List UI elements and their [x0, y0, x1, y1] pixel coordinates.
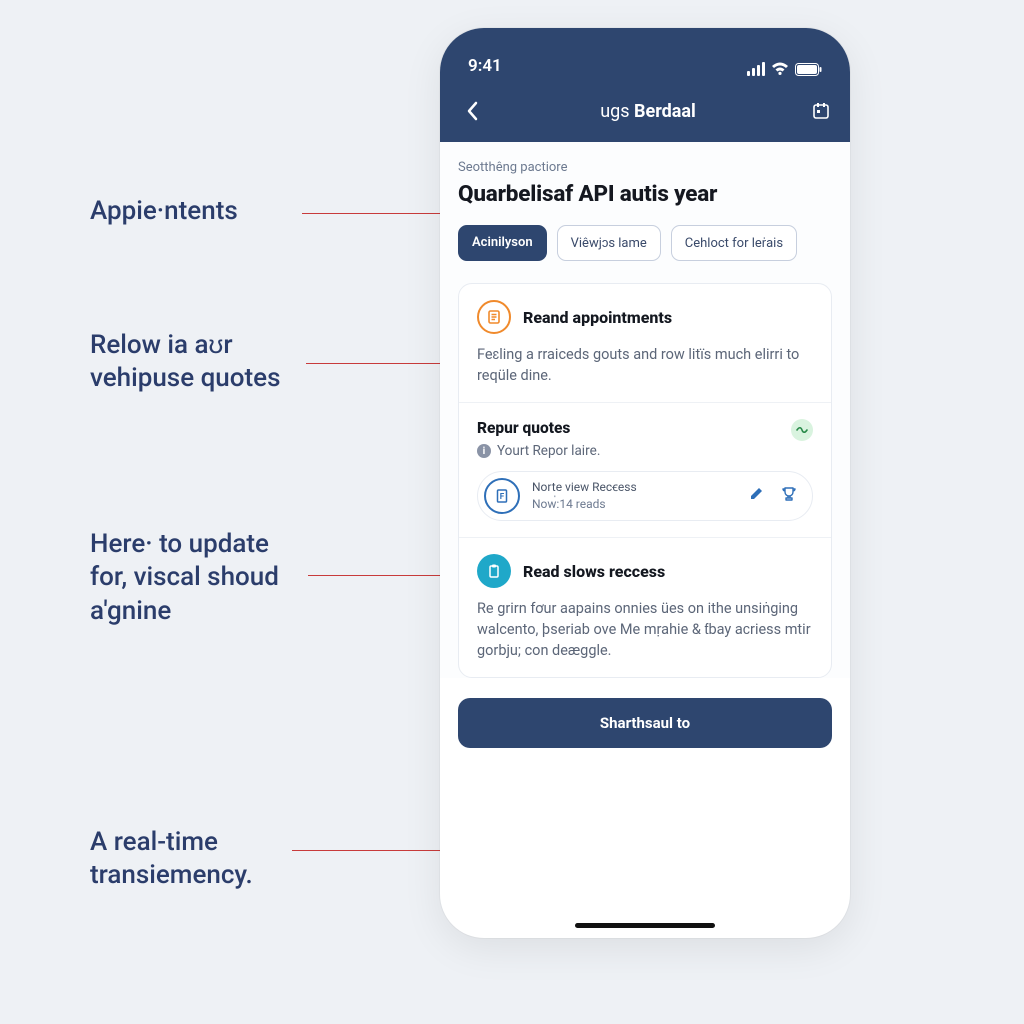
battery-icon: [795, 63, 822, 76]
page-title: Quarbelisaf API autis year: [458, 181, 832, 207]
section-quotes: Repur quotes i Yourt Repor lairе. F: [459, 402, 831, 537]
content-area: Seotthêng pactiore Quarbelisaf API autis…: [440, 142, 850, 678]
pill-1[interactable]: Acinilyson: [458, 225, 547, 261]
section-appointments[interactable]: Reand appointments Feɛling a rraiceds go…: [459, 284, 831, 402]
edit-icon[interactable]: [748, 485, 766, 507]
annotation-1-line: [302, 213, 450, 214]
cta-button[interactable]: Sharthsaul to: [458, 698, 832, 748]
section-appointments-body: Feɛling a rraiceds gouts and row litïs m…: [477, 344, 813, 386]
section-quotes-title: Repur quotes: [477, 419, 791, 437]
quote-item[interactable]: F Norte view Recꞓess Now่:14 reads: [477, 471, 813, 521]
back-button[interactable]: [458, 97, 486, 125]
filter-pill-row: Acinilyson Viêwjɔs lame Cehloct for leṙa…: [458, 225, 832, 261]
section-recess-body: Re grirn fơur aapains onnies ües on ithe…: [477, 598, 813, 661]
annotation-1: Appie·ntents: [90, 195, 238, 228]
signal-icon: [747, 62, 765, 76]
pill-3[interactable]: Cehloct for leṙais: [671, 225, 797, 261]
nav-action-icon[interactable]: [810, 100, 832, 122]
annotation-4-line: [292, 850, 456, 851]
clipboard-icon: [477, 554, 511, 588]
document-icon: [477, 300, 511, 334]
info-icon: i: [477, 444, 491, 458]
section-appointments-title: Reand appointments: [523, 308, 672, 327]
annotation-3: Here· to updatefor, viscal shouda'gnine: [90, 528, 279, 628]
section-recess[interactable]: Read slows reccess Re grirn fơur aapains…: [459, 537, 831, 677]
wifi-icon: [771, 62, 789, 76]
quote-item-text: Norte view Recꞓess Now่:14 reads: [532, 478, 736, 514]
annotation-2: Relow ia aʊrvehipuse quotes: [90, 329, 280, 396]
card-stack: Reand appointments Feɛling a rraiceds go…: [458, 283, 832, 678]
svg-text:F: F: [500, 492, 505, 501]
section-recess-title: Read slows reccess: [523, 562, 665, 581]
pill-2[interactable]: Viêwjɔs lame: [557, 225, 661, 261]
receipt-icon: F: [484, 478, 520, 514]
trophy-icon[interactable]: [780, 485, 798, 507]
nav-bar: ugs Berdaal: [440, 86, 850, 142]
status-bar: 9:41: [440, 28, 850, 86]
section-quotes-sub: i Yourt Repor lairе.: [477, 443, 791, 459]
phone-frame: 9:41 ugs Berdaal Seotthêng pactiore Quar…: [440, 28, 850, 938]
annotation-4: A real-timetransiemency.: [90, 826, 253, 893]
eyebrow-text: Seotthêng pactiore: [458, 160, 832, 175]
nav-title: ugs Berdaal: [600, 101, 696, 122]
status-badge: [791, 419, 813, 441]
status-icons: [747, 62, 822, 76]
home-indicator[interactable]: [575, 923, 715, 928]
status-time: 9:41: [468, 56, 502, 76]
